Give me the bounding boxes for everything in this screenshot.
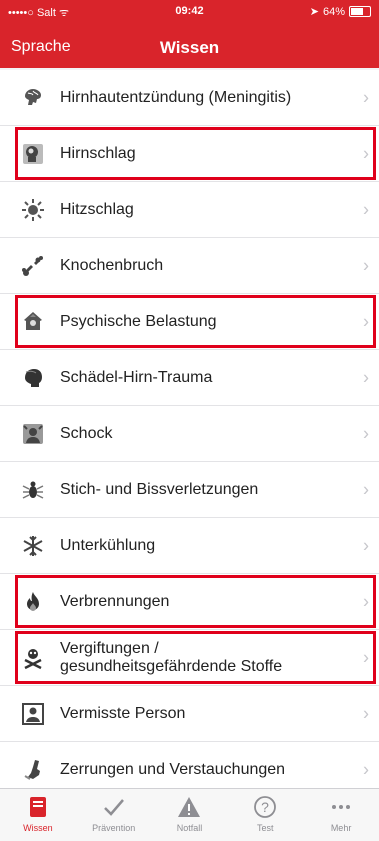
tab-label: Prävention bbox=[92, 823, 136, 833]
skull-icon bbox=[21, 366, 45, 390]
poison-icon bbox=[21, 646, 45, 670]
list-item[interactable]: Hirnschlag › bbox=[0, 126, 379, 182]
tab-test[interactable]: ? Test bbox=[230, 789, 300, 833]
brain-icon bbox=[21, 86, 45, 110]
list-item[interactable]: Unterkühlung › bbox=[0, 518, 379, 574]
chevron-right-icon: › bbox=[363, 479, 369, 499]
list-item-label: Schädel-Hirn-Trauma bbox=[60, 368, 213, 386]
tab-label: Wissen bbox=[23, 823, 53, 833]
list-item-label: Hirnschlag bbox=[60, 144, 136, 162]
list-item[interactable]: Hitzschlag › bbox=[0, 182, 379, 238]
chevron-right-icon: › bbox=[363, 87, 369, 107]
chevron-right-icon: › bbox=[363, 311, 369, 331]
list-item[interactable]: Psychische Belastung › bbox=[0, 294, 379, 350]
bone-icon bbox=[21, 254, 45, 278]
tab-notfall[interactable]: Notfall bbox=[154, 789, 224, 833]
status-bar: •••••○ Salt ᯤ 09:42 ➤ 64% bbox=[0, 0, 379, 22]
check-icon bbox=[79, 795, 149, 819]
warning-icon bbox=[154, 795, 224, 819]
list-item[interactable]: Vergiftungen / gesundheitsgefährdende St… bbox=[0, 630, 379, 686]
tab-mehr[interactable]: Mehr bbox=[306, 789, 376, 833]
list-item[interactable]: Schock › bbox=[0, 406, 379, 462]
snowflake-icon bbox=[21, 534, 45, 558]
list-item-label: Vermisste Person bbox=[60, 704, 186, 722]
status-right: ➤ 64% bbox=[310, 5, 371, 18]
chevron-right-icon: › bbox=[363, 143, 369, 163]
list-item-label: Hirnhautentzündung (Meningitis) bbox=[60, 88, 292, 106]
chevron-right-icon: › bbox=[363, 759, 369, 779]
list-item-label: Zerrungen und Verstauchungen bbox=[60, 760, 286, 778]
list-item[interactable]: Hirnhautentzündung (Meningitis) › bbox=[0, 70, 379, 126]
chevron-right-icon: › bbox=[363, 367, 369, 387]
chevron-right-icon: › bbox=[363, 647, 369, 667]
tab-label: Test bbox=[257, 823, 274, 833]
list-item-label: Hitzschlag bbox=[60, 200, 134, 218]
tab-wissen[interactable]: Wissen bbox=[3, 789, 73, 833]
battery-icon bbox=[349, 6, 371, 17]
psyche-icon bbox=[21, 310, 45, 334]
list-item-label: Psychische Belastung bbox=[60, 312, 217, 330]
insect-icon bbox=[21, 478, 45, 502]
list-item-label: Vergiftungen / gesundheitsgefährdende St… bbox=[60, 639, 283, 675]
battery-percentage: 64% bbox=[322, 5, 345, 18]
chevron-right-icon: › bbox=[363, 255, 369, 275]
chevron-right-icon: › bbox=[363, 703, 369, 723]
fire-icon bbox=[21, 590, 45, 614]
tab-bar: Wissen Prävention Notfall? Test Mehr bbox=[0, 788, 379, 841]
bandage-icon bbox=[21, 758, 45, 782]
list-item[interactable]: Schädel-Hirn-Trauma › bbox=[0, 350, 379, 406]
list-item-label: Knochenbruch bbox=[60, 256, 164, 274]
chevron-right-icon: › bbox=[363, 591, 369, 611]
list-item-label: Unterkühlung bbox=[60, 536, 156, 554]
book-icon bbox=[3, 795, 73, 819]
list-item[interactable]: Verbrennungen › bbox=[0, 574, 379, 630]
list-item-label: Verbrennungen bbox=[60, 592, 170, 610]
shock-icon bbox=[21, 422, 45, 446]
top-bar: •••••○ Salt ᯤ 09:42 ➤ 64% Sprache Wissen bbox=[0, 0, 379, 68]
list-item[interactable]: Vermisste Person › bbox=[0, 686, 379, 742]
more-icon bbox=[306, 795, 376, 819]
tab-prävention[interactable]: Prävention bbox=[79, 789, 149, 833]
list-item[interactable]: Stich- und Bissverletzungen › bbox=[0, 462, 379, 518]
tab-label: Mehr bbox=[330, 823, 352, 833]
question-icon: ? bbox=[230, 795, 300, 819]
head-icon bbox=[21, 142, 45, 166]
person-icon bbox=[21, 702, 45, 726]
chevron-right-icon: › bbox=[363, 535, 369, 555]
list-item[interactable]: Knochenbruch › bbox=[0, 238, 379, 294]
list-item-label: Stich- und Bissverletzungen bbox=[60, 480, 259, 498]
location-icon: ➤ bbox=[309, 6, 319, 18]
topic-list: Hirnhautentzündung (Meningitis) › Hirnschl… bbox=[0, 70, 379, 798]
svg-text:?: ? bbox=[261, 799, 269, 815]
chevron-right-icon: › bbox=[363, 199, 369, 219]
tab-label: Notfall bbox=[176, 823, 203, 833]
sun-icon bbox=[21, 198, 45, 222]
list-item-label: Schock bbox=[60, 424, 113, 442]
chevron-right-icon: › bbox=[363, 423, 369, 443]
page-title: Wissen bbox=[159, 38, 220, 57]
